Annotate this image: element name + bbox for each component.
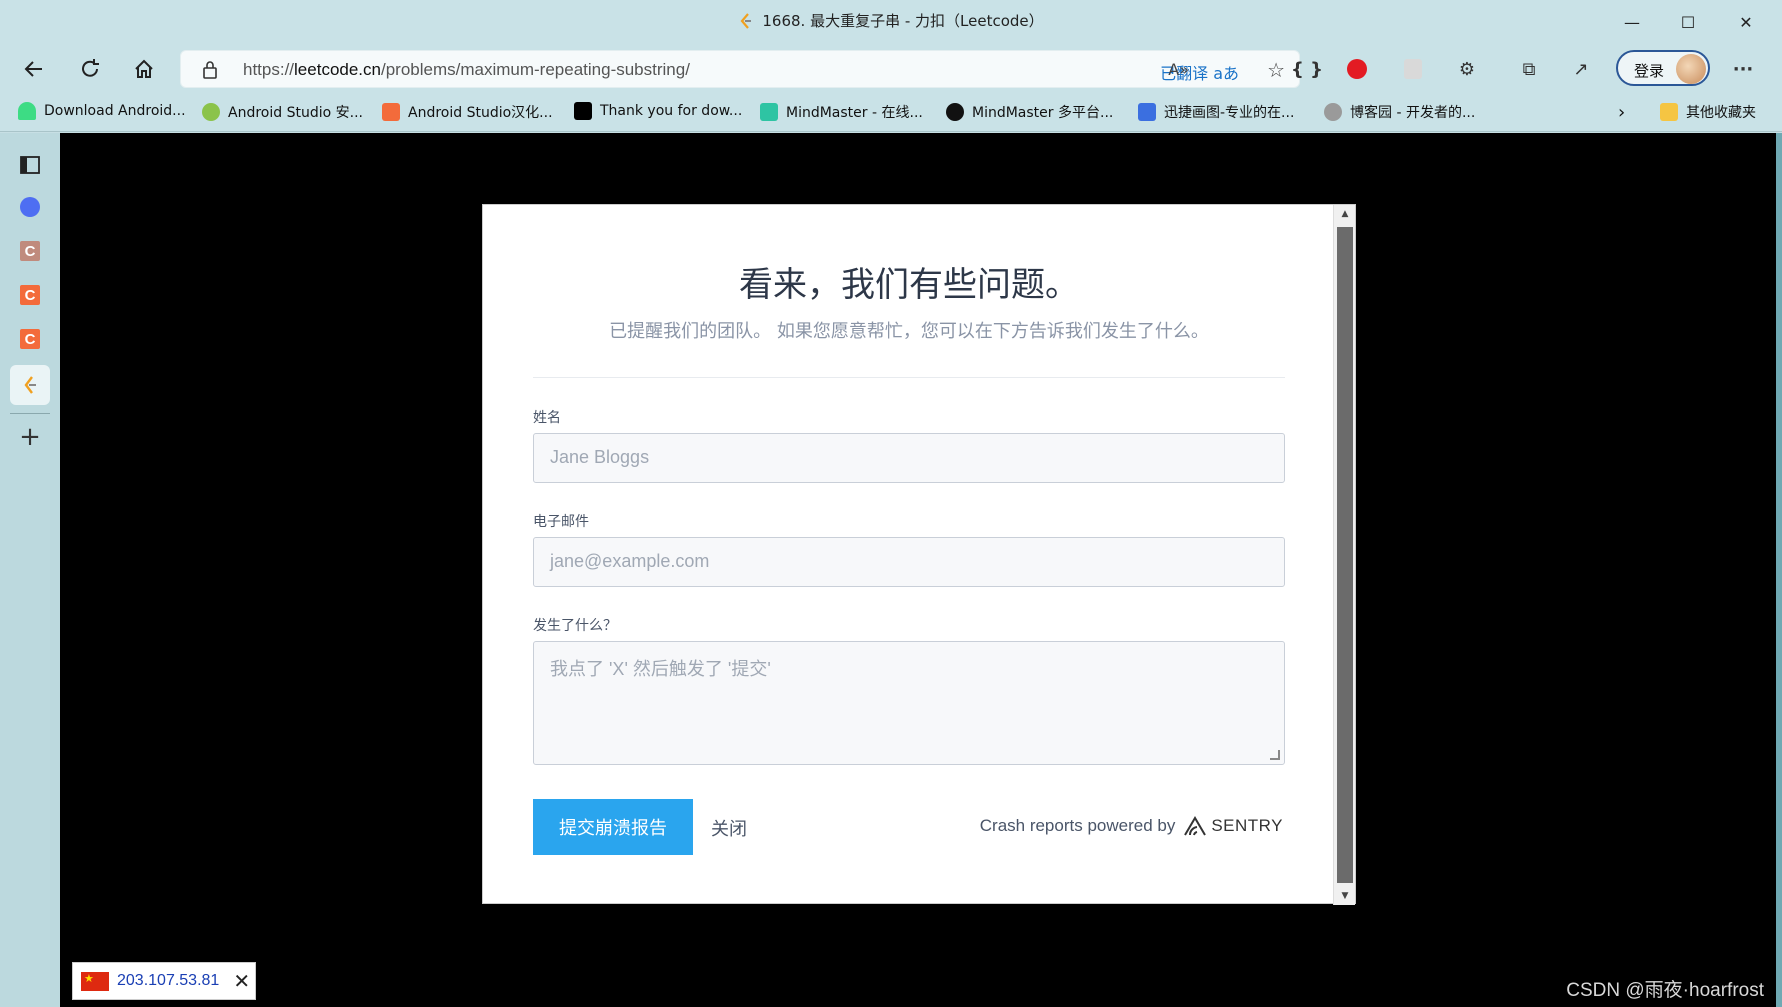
comments-placeholder: 我点了 'X' 然后触发了 '提交' [550,659,771,679]
address-bar[interactable]: https://leetcode.cn/problems/maximum-rep… [180,50,1300,88]
mindmaster-d-icon [946,103,964,121]
bookmarks-overflow-chevron-icon[interactable]: › [1618,102,1625,123]
title-bar: 1668. 最大重复子串 - 力扣（Leetcode） — ☐ ✕ [0,0,1782,44]
adblock-icon[interactable] [1340,53,1374,85]
email-label: 电子邮件 [533,514,589,530]
scroll-up-icon[interactable]: ▲ [1334,205,1356,223]
name-label: 姓名 [533,410,561,426]
resize-grip-icon[interactable] [1270,750,1280,760]
close-dialog-link[interactable]: 关闭 [711,815,747,841]
csdn-tab-icon[interactable]: C [10,231,50,271]
csdn-tab-icon[interactable]: C [10,275,50,315]
scroll-down-icon[interactable]: ▼ [1334,887,1356,905]
china-flag-icon [81,971,109,991]
favorite-star-icon[interactable]: ☆ [1267,58,1285,82]
email-input[interactable]: jane@example.com [533,537,1285,587]
translate-icon: aあ [1213,64,1239,83]
bookmark-item[interactable]: 博客园 - 开发者的... [1324,102,1475,122]
android-icon [18,102,36,120]
devtools-braces-icon[interactable]: { } [1290,53,1324,85]
url-text[interactable]: https://leetcode.cn/problems/maximum-rep… [243,60,690,80]
read-aloud-icon[interactable]: A» [1168,60,1189,79]
collections-icon[interactable]: ⧉ [1512,53,1546,85]
sentry-icon [1184,816,1207,836]
avatar [1676,54,1706,84]
close-ip-badge-icon[interactable]: ✕ [233,969,250,994]
back-button[interactable] [14,52,54,86]
bookmark-item[interactable]: Download Android... [18,102,186,120]
tab-actions-icon[interactable] [10,145,50,185]
ip-address: 203.107.53.81 [117,972,220,989]
folder-icon [1660,103,1678,121]
window-title: 1668. 最大重复子串 - 力扣（Leetcode） [0,10,1782,31]
cnblogs-icon [1324,103,1342,121]
submit-crash-report-button[interactable]: 提交崩溃报告 [533,799,693,855]
minimize-button[interactable]: — [1604,6,1660,38]
refresh-button[interactable] [70,52,110,86]
new-tab-plus-icon[interactable]: + [10,417,50,457]
bookmark-item[interactable]: MindMaster 多平台... [946,102,1113,122]
dialog-subtitle: 已提醒我们的团队。 如果您愿意帮忙，您可以在下方告诉我们发生了什么。 [609,321,1209,342]
powered-by: Crash reports powered by SENTRY [980,815,1283,837]
divider [533,377,1285,378]
xunjie-icon [1138,103,1156,121]
comments-label: 发生了什么？ [533,618,617,634]
jetbrains-icon [574,102,592,120]
extensions-puzzle-icon[interactable]: ⚙ [1450,53,1484,85]
leetcode-tab-icon[interactable] [10,365,50,405]
nav-bar: https://leetcode.cn/problems/maximum-rep… [0,44,1782,94]
csdn-icon [382,103,400,121]
bookmark-item[interactable]: MindMaster - 在线... [760,102,923,122]
refresh-icon [82,59,99,77]
close-window-button[interactable]: ✕ [1718,6,1774,38]
other-bookmarks-folder[interactable]: 其他收藏夹 [1660,102,1756,122]
comments-textarea[interactable]: 我点了 'X' 然后触发了 '提交' [533,641,1285,765]
maximize-button[interactable]: ☐ [1660,6,1716,38]
watermark: CSDN @雨夜·hoarfrost [1566,980,1764,1001]
login-button[interactable]: 登录 [1616,50,1710,86]
lock-icon [203,61,217,79]
leetcode-icon [740,13,752,29]
bookmark-item[interactable]: Thank you for dow... [574,102,742,120]
more-menu-icon[interactable]: ··· [1726,53,1760,85]
vertical-tabs-sidebar: C C C + [0,133,60,1007]
csdn-tab-icon[interactable]: C [10,319,50,359]
crash-report-dialog: 看来，我们有些问题。 已提醒我们的团队。 如果您愿意帮忙，您可以在下方告诉我们发… [482,204,1356,905]
sidebar-divider [10,413,50,414]
name-input[interactable]: Jane Bloggs [533,433,1285,483]
dialog-title: 看来，我们有些问题。 [739,265,1079,305]
sentry-logo[interactable]: SENTRY [1183,815,1283,837]
home-button[interactable] [124,52,164,86]
back-arrow-icon [24,61,42,77]
android-studio-icon [202,103,220,121]
powered-by-text: Crash reports powered by [979,816,1176,835]
home-icon [135,59,153,78]
window-edge [1776,133,1782,1007]
bookmark-item[interactable]: Android Studio汉化... [382,102,553,122]
bookmark-item[interactable]: Android Studio 安... [202,102,363,122]
bookmarks-bar: Download Android... Android Studio 安... … [0,94,1782,132]
extension-shield-icon[interactable] [1396,53,1430,85]
scrollbar-thumb[interactable] [1337,227,1353,883]
mindmaster-icon [760,103,778,121]
baidu-tab-icon[interactable] [10,187,50,227]
share-icon[interactable]: ↗ [1564,53,1598,85]
bookmark-item[interactable]: 迅捷画图-专业的在... [1138,102,1294,122]
dialog-scrollbar[interactable]: ▲ ▼ [1333,205,1355,905]
ip-badge: 203.107.53.81 ✕ [72,962,256,1000]
